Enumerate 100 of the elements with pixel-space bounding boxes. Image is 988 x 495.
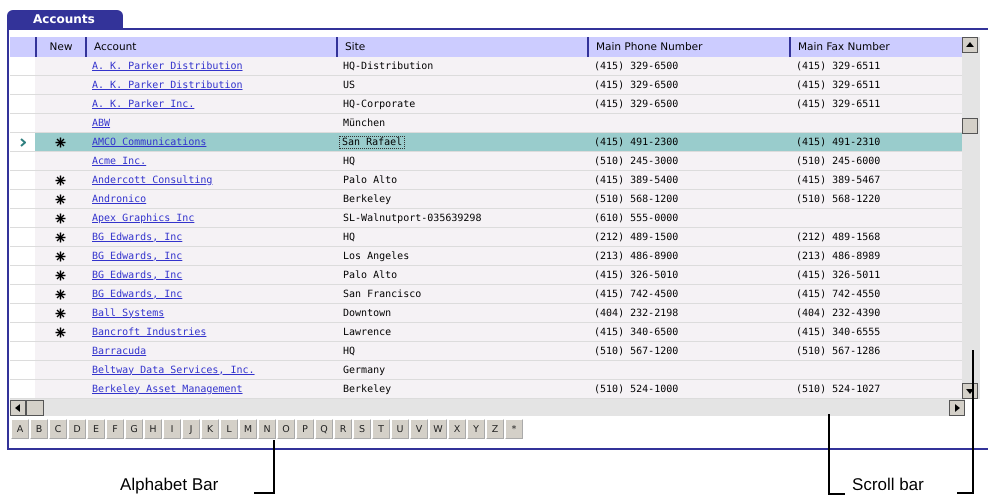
letter-button[interactable]: Y [467,419,485,439]
letter-button[interactable]: V [410,419,428,439]
table-row[interactable]: Ball Systems Downtown (404) 232-2198 (404) 232-4390 [10,304,962,323]
letter-button[interactable]: P [296,419,314,439]
scroll-thumb-icon [26,400,44,416]
site-cell: HQ [343,346,356,356]
table-row[interactable]: Beltway Data Services, Inc. Germany [10,361,962,380]
letter-button[interactable]: * [505,419,523,439]
fax-cell: (415) 491-2310 [796,136,880,148]
phone-cell: (510) 567-1200 [594,346,678,356]
account-link[interactable]: A. K. Parker Distribution [92,80,243,90]
account-link[interactable]: BG Edwards, Inc [92,270,182,280]
table-row[interactable]: ABW München [10,114,962,133]
account-link[interactable]: ABW [92,118,110,128]
account-link[interactable]: Berkeley Asset Management [92,384,243,394]
account-link[interactable]: Barracuda [92,346,146,356]
letter-button[interactable]: Q [315,419,333,439]
table-row[interactable]: Andercott Consulting Palo Alto (415) 389-5400 (415) 389-5467 [10,171,962,190]
table-row[interactable]: Bancroft Industries Lawrence (415) 340-6500 (415) 340-6555 [10,323,962,342]
phone-cell: (415) 326-5010 [594,270,678,280]
table-row[interactable]: A. K. Parker Distribution HQ-Distribution (415) 329-6500 (415) 329-6511 [10,57,962,76]
phone-cell: (415) 742-4500 [594,288,678,300]
letter-button[interactable]: D [68,419,86,439]
fax-cell: (415) 742-4550 [796,288,880,300]
account-link[interactable]: Acme Inc. [92,156,146,166]
table-row[interactable]: A. K. Parker Inc. HQ-Corporate (415) 329-6500 (415) 329-6511 [10,95,962,114]
table-row[interactable]: Berkeley Asset Management Berkeley (510) 524-1000 (510) 524-1027 [10,380,962,399]
letter-button[interactable]: C [49,419,67,439]
letter-button[interactable]: M [239,419,257,439]
table-row[interactable]: A. K. Parker Distribution US (415) 329-6500 (415) 329-6511 [10,76,962,95]
letter-button[interactable]: R [334,419,352,439]
letter-button[interactable]: A [11,419,29,439]
horizontal-scrollbar[interactable] [10,399,965,416]
phone-cell: (415) 340-6500 [594,326,678,338]
account-link[interactable]: BG Edwards, Inc [92,288,182,300]
site-cell: Palo Alto [343,270,398,280]
letter-button[interactable]: S [353,419,371,439]
fax-cell: (415) 340-6555 [796,326,880,338]
site-cell: San Rafael [340,136,404,148]
fax-cell: (415) 329-6511 [796,80,880,90]
fax-cell: (415) 389-5467 [796,174,880,186]
table-row[interactable]: Acme Inc. HQ (510) 245-3000 (510) 245-6000 [10,152,962,171]
account-link[interactable]: Beltway Data Services, Inc. [92,364,255,376]
account-link[interactable]: Andercott Consulting [92,174,212,186]
callout-label: Alphabet Bar [120,475,218,495]
site-cell: Los Angeles [343,250,410,262]
letter-button[interactable]: F [106,419,124,439]
letter-button[interactable]: I [163,419,181,439]
table-row[interactable]: BG Edwards, Inc San Francisco (415) 742-4500 (415) 742-4550 [10,285,962,304]
account-link[interactable]: A. K. Parker Inc. [92,98,194,110]
letter-button[interactable]: W [429,419,447,439]
fax-cell: (510) 245-6000 [796,156,880,166]
letter-button[interactable]: L [220,419,238,439]
table-row[interactable]: Barracuda HQ (510) 567-1200 (510) 567-1286 [10,342,962,361]
account-link[interactable]: Apex Graphics Inc [92,212,194,224]
site-cell: Berkeley [343,194,392,204]
account-link[interactable]: Ball Systems [92,308,164,318]
site-cell: US [343,80,356,90]
site-cell: München [343,118,386,128]
site-cell: San Francisco [343,288,422,300]
account-link[interactable]: AMCO Communications [92,136,206,148]
phone-cell: (213) 486-8900 [594,250,678,262]
account-link[interactable]: Andronico [92,194,146,204]
phone-cell: (212) 489-1500 [594,232,678,242]
table-row[interactable]: BG Edwards, Inc Palo Alto (415) 326-5010 (415) 326-5011 [10,266,962,285]
account-link[interactable]: BG Edwards, Inc [92,250,182,262]
letter-button[interactable]: U [391,419,409,439]
phone-cell: (404) 232-2198 [594,308,678,318]
site-cell: Lawrence [343,326,392,338]
account-link[interactable]: A. K. Parker Distribution [92,60,243,72]
letter-button[interactable]: H [144,419,162,439]
letter-button[interactable]: B [30,419,48,439]
letter-button[interactable]: J [182,419,200,439]
vertical-scrollbar[interactable] [962,37,980,399]
table-row[interactable]: BG Edwards, Inc Los Angeles (213) 486-8900 (213) 486-8989 [10,247,962,266]
letter-button[interactable]: N [258,419,276,439]
table-row[interactable]: Andronico Berkeley (510) 568-1200 (510) 568-1220 [10,190,962,209]
site-cell: HQ [343,156,356,166]
phone-cell: (415) 389-5400 [594,174,678,186]
account-link[interactable]: BG Edwards, Inc [92,232,182,242]
letter-button[interactable]: Z [486,419,504,439]
phone-cell: (510) 568-1200 [594,194,678,204]
leader-line [252,440,276,495]
fax-cell: (510) 567-1286 [796,346,880,356]
letter-button[interactable]: T [372,419,390,439]
fax-cell: (510) 524-1027 [796,384,880,394]
letter-button[interactable]: E [87,419,105,439]
table-row[interactable]: Apex Graphics Inc SL-Walnutport-035639298 (610) 555-0000 [10,209,962,228]
table-row[interactable]: AMCO Communications San Rafael (415) 491-2300 (415) 491-2310 [10,133,962,152]
letter-button[interactable]: K [201,419,219,439]
site-cell: HQ [343,232,356,242]
current-row-icon [20,138,26,146]
letter-button[interactable]: G [125,419,143,439]
letter-button[interactable]: O [277,419,295,439]
scroll-thumb-icon [962,118,978,134]
letter-button[interactable]: X [448,419,466,439]
fax-cell: (415) 326-5011 [796,270,880,280]
account-link[interactable]: Bancroft Industries [92,326,206,338]
table-row[interactable]: BG Edwards, Inc HQ (212) 489-1500 (212) 489-1568 [10,228,962,247]
scroll-right-button-icon [949,400,965,416]
